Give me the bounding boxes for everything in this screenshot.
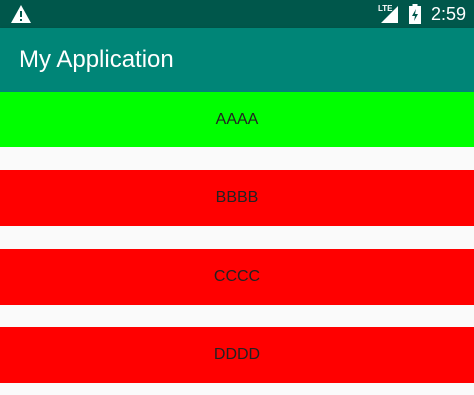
app-title: My Application [19, 46, 174, 73]
list-item-dddd[interactable]: DDDD [0, 327, 474, 383]
warning-icon [10, 4, 32, 24]
status-bar: LTE 2:59 [0, 0, 474, 28]
status-icons: LTE 2:59 [377, 0, 466, 28]
lte-signal-icon: LTE [377, 4, 399, 24]
list-item-bbbb[interactable]: BBBB [0, 170, 474, 226]
app-bar: My Application [0, 28, 474, 92]
list-item-aaaa[interactable]: AAAA [0, 92, 474, 147]
status-clock: 2:59 [430, 4, 466, 24]
list-item-cccc[interactable]: CCCC [0, 249, 474, 305]
battery-charging-icon [408, 4, 421, 24]
network-type-label: LTE [377, 4, 393, 13]
